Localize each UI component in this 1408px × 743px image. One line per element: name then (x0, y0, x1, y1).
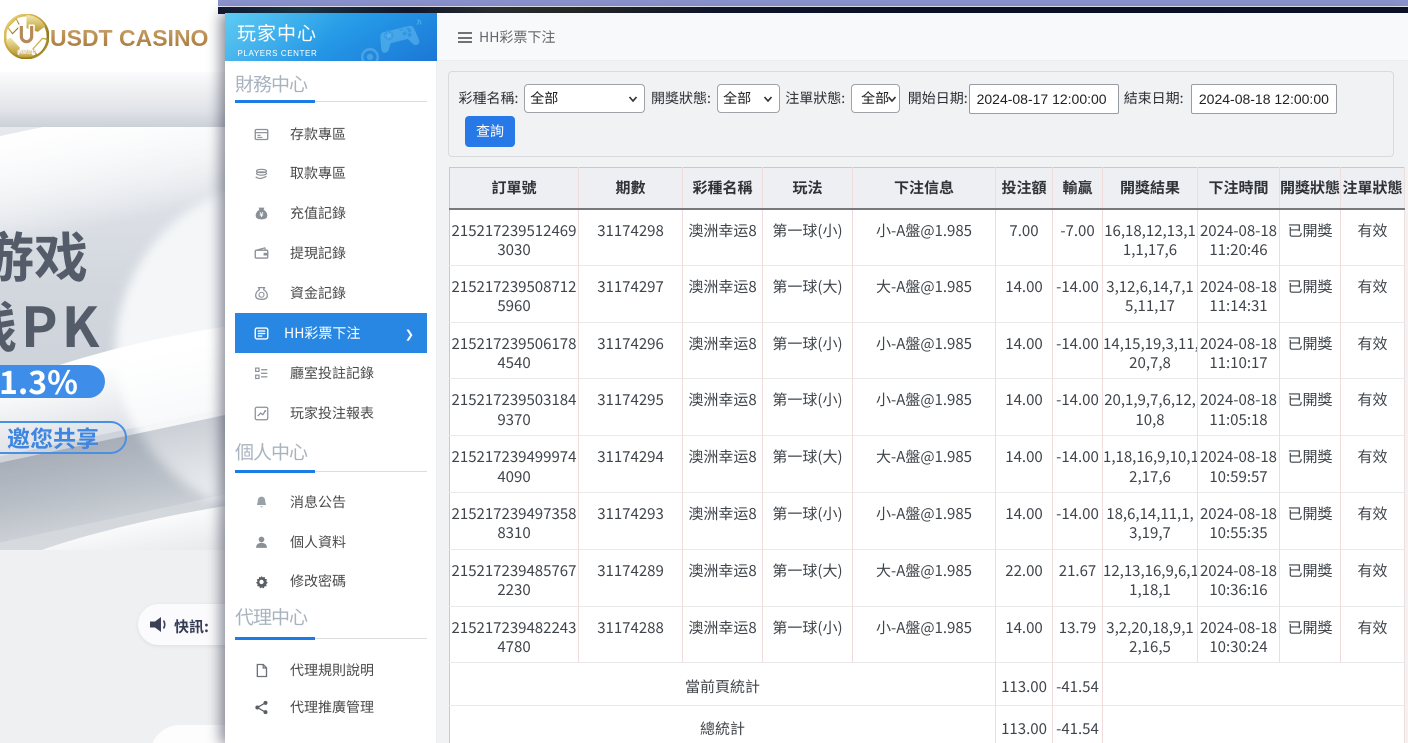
svg-text:¥: ¥ (259, 208, 263, 218)
svg-text:casino: casino (17, 48, 37, 55)
